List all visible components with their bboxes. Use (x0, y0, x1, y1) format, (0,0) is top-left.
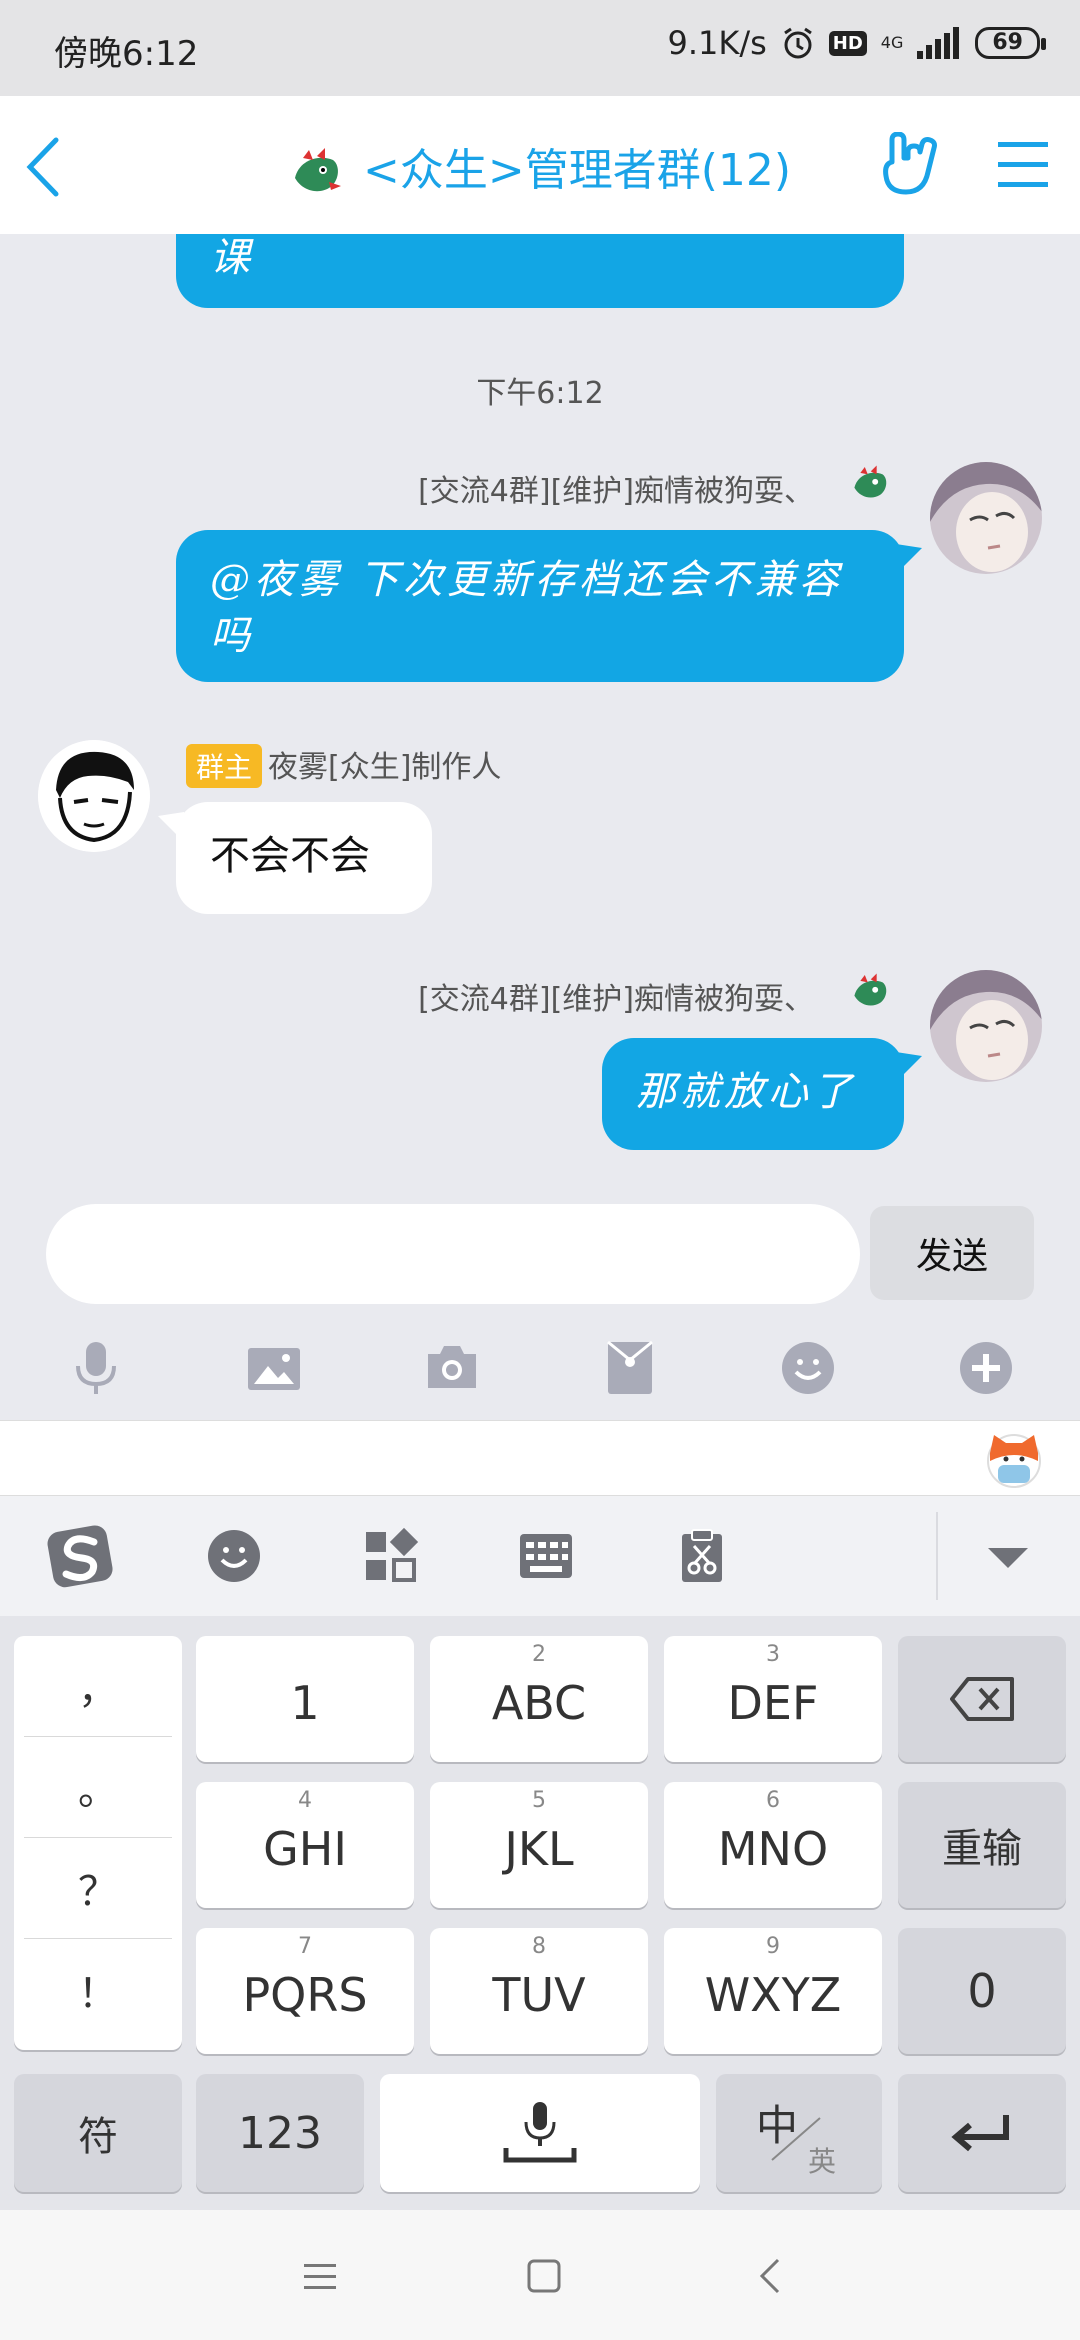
camera-icon[interactable] (422, 1338, 482, 1398)
bubble-tail (896, 544, 922, 574)
sender-name: 夜雾[众生]制作人 (268, 750, 502, 785)
message-input[interactable] (46, 1204, 860, 1304)
key-7[interactable]: 7 PQRS (196, 1928, 414, 2054)
cartoon-avatar-icon (38, 740, 150, 852)
key-4[interactable]: 4 GHI (196, 1782, 414, 1908)
sender-name: [交流4群][维护]痴情被狗耍、 (418, 982, 814, 1017)
key-1[interactable]: 1 (196, 1636, 414, 1762)
input-row: 发送 (0, 1192, 1080, 1316)
key-6[interactable]: 6 MNO (664, 1782, 882, 1908)
keyboard: ， 。 ？ ！ 1 2 ABC 3 DEF 4 GHI 5 JKL 6 MNO 重输 7P… (0, 1616, 1080, 2210)
message-text: @夜雾 下次更新存档还会不兼容吗 (210, 557, 843, 659)
punctuation-column[interactable]: ， 。 ？ ！ (14, 1636, 182, 2050)
divider (936, 1512, 938, 1600)
retype-key[interactable]: 重输 (898, 1782, 1066, 1908)
symbol-key[interactable]: 符 (14, 2074, 182, 2192)
sogou-logo-icon[interactable] (46, 1520, 118, 1592)
ime-mascot-icon[interactable] (984, 1429, 1044, 1491)
timestamp: 下午6:12 (476, 376, 604, 411)
microphone-icon (503, 2102, 577, 2163)
numbers-key[interactable]: 123 (196, 2074, 364, 2192)
ime-toolbar (0, 1496, 1080, 1616)
sender-name: [交流4群][维护]痴情被狗耍、 (418, 474, 814, 509)
chat-header: <众生>管理者群(12) (0, 96, 1080, 234)
message-text: 课 (210, 235, 254, 281)
bubble-tail (158, 812, 184, 842)
ime-candidate-bar (0, 1420, 1080, 1496)
anime-avatar-icon (930, 462, 1042, 574)
emoji-icon[interactable] (778, 1338, 838, 1398)
network-type: 4G (880, 33, 904, 52)
apps-grid-icon[interactable] (360, 1526, 420, 1586)
chat-area[interactable]: 课 下午6:12 [交流4群][维护]痴情被狗耍、 @夜雾 下次更新存档还会不兼… (0, 234, 1080, 1192)
sender-line: 群主 夜雾[众生]制作人 (186, 742, 501, 788)
plus-icon[interactable] (956, 1338, 1016, 1398)
message-bubble[interactable]: 那就放心了 (602, 1038, 904, 1150)
status-right: 9.1K/s HD 4G 69 (667, 24, 1046, 62)
punct-key[interactable]: ？ (24, 1838, 172, 1939)
avatar[interactable] (38, 740, 150, 852)
backspace-icon (950, 1677, 1014, 1721)
key-3[interactable]: 3 DEF (664, 1636, 882, 1762)
punct-key[interactable]: ！ (24, 1939, 172, 2040)
battery-icon: 69 (975, 27, 1046, 59)
message-bubble[interactable]: @夜雾 下次更新存档还会不兼容吗 (176, 530, 904, 682)
net-speed: 9.1K/s (667, 24, 767, 62)
anime-avatar-icon (930, 970, 1042, 1082)
backspace-key[interactable] (898, 1636, 1066, 1762)
clipboard-icon[interactable] (672, 1526, 732, 1586)
chat-title: <众生>管理者群(12) (362, 145, 792, 196)
hd-icon: HD (828, 30, 867, 56)
slash-icon (771, 2117, 821, 2161)
sender-title-icon (854, 465, 887, 498)
collapse-icon[interactable] (978, 1526, 1038, 1586)
avatar[interactable] (930, 970, 1042, 1082)
keyboard-icon[interactable] (516, 1526, 576, 1586)
message-bubble[interactable]: 不会不会 (176, 802, 432, 914)
menu-icon[interactable] (996, 138, 1050, 190)
message-text: 不会不会 (210, 833, 370, 879)
red-packet-icon[interactable] (600, 1338, 660, 1398)
group-avatar-icon (294, 148, 341, 192)
punct-key[interactable]: 。 (24, 1737, 172, 1838)
home-icon[interactable] (522, 2254, 566, 2298)
back-nav-icon[interactable] (750, 2254, 794, 2298)
bubble-tail (896, 1052, 922, 1082)
punct-key[interactable]: ， (24, 1636, 172, 1737)
navigation-bar (0, 2210, 1080, 2340)
microphone-icon[interactable] (66, 1338, 126, 1398)
owner-badge: 群主 (186, 744, 263, 788)
key-9[interactable]: 9 WXYZ (664, 1928, 882, 2054)
image-icon[interactable] (244, 1338, 304, 1398)
sender-title-icon (854, 973, 887, 1006)
recents-icon[interactable] (298, 2254, 342, 2298)
key-0[interactable]: 0 (898, 1928, 1066, 2054)
key-8[interactable]: 8 TUV (430, 1928, 648, 2054)
signal-icon (917, 27, 960, 59)
message-text: 那就放心了 (636, 1069, 856, 1115)
key-5[interactable]: 5 JKL (430, 1782, 648, 1908)
message-bubble-partial[interactable]: 课 (176, 234, 904, 308)
key-2[interactable]: 2 ABC (430, 1636, 648, 1762)
hand-gesture-icon[interactable] (880, 132, 940, 198)
avatar[interactable] (930, 462, 1042, 574)
enter-icon (951, 2115, 1009, 2152)
language-switch-key[interactable]: 中 英 (716, 2074, 882, 2192)
send-button[interactable]: 发送 (870, 1206, 1034, 1300)
status-bar: 傍晚6:12 9.1K/s HD 4G 69 (0, 0, 1080, 96)
space-voice-key[interactable] (380, 2074, 700, 2192)
chat-toolbar (0, 1316, 1080, 1420)
enter-key[interactable] (898, 2074, 1066, 2192)
alarm-icon (783, 27, 812, 59)
emoji-icon[interactable] (204, 1526, 264, 1586)
status-time: 傍晚6:12 (54, 34, 199, 74)
